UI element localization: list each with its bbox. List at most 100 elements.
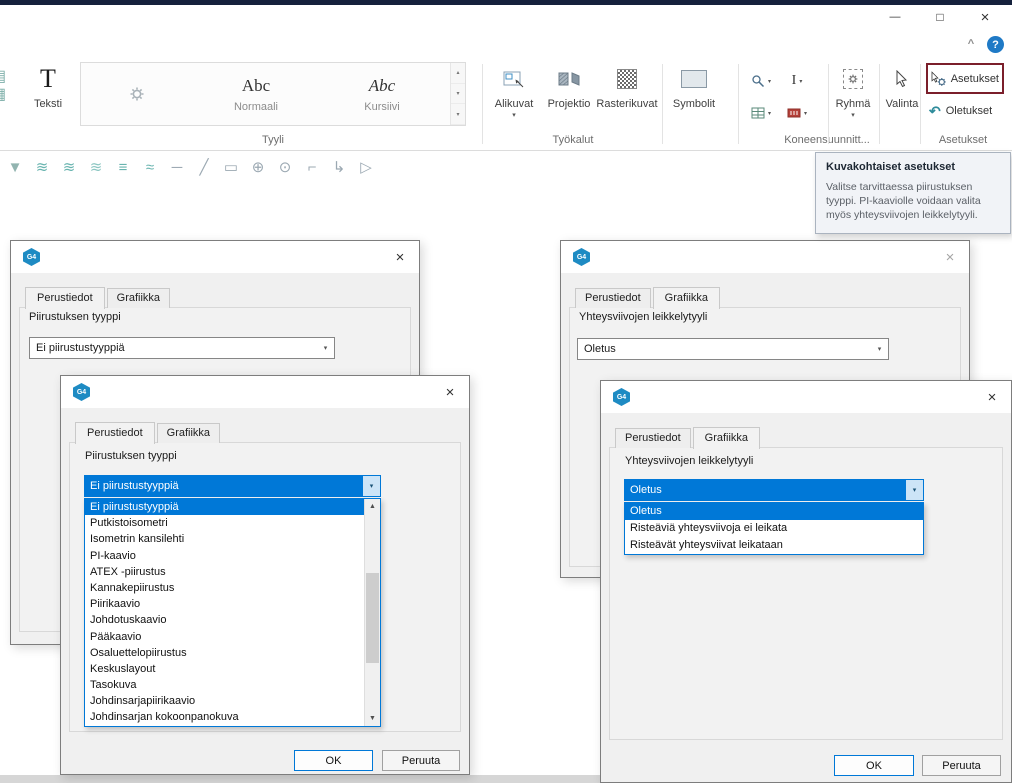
dropdown-option[interactable]: Pääkaavio: [85, 629, 365, 645]
close-icon[interactable]: ×: [935, 249, 965, 266]
field-label: Piirustuksen tyyppi: [29, 311, 121, 323]
dropdown-option[interactable]: Johdotuskaavio: [85, 612, 365, 628]
projektio-button[interactable]: Projektio: [542, 60, 596, 128]
connector-icon: [787, 107, 801, 119]
scroll-down-icon[interactable]: ▼: [365, 711, 380, 726]
tab-grafiikka[interactable]: Grafiikka: [653, 287, 720, 309]
leader-arrow-icon[interactable]: ↳: [330, 158, 348, 176]
connector-tool-button[interactable]: ▾: [780, 100, 814, 126]
dropdown-option[interactable]: Putkistoisometri: [85, 515, 365, 531]
symbolit-label: Symbolit: [673, 98, 715, 110]
filter-icon[interactable]: ▼: [6, 159, 24, 176]
gallery-scroll-up-icon[interactable]: ▴: [451, 63, 465, 84]
flag-icon[interactable]: ▷: [357, 158, 375, 176]
zoom-region-icon[interactable]: ▭: [222, 158, 240, 176]
scroll-up-icon[interactable]: ▲: [365, 499, 380, 514]
teksti-button[interactable]: T Teksti: [24, 60, 72, 128]
tab-perustiedot[interactable]: Perustiedot: [575, 288, 651, 308]
dropdown-option[interactable]: Piirikaavio: [85, 596, 365, 612]
style-normaali-item[interactable]: Abc Normaali: [193, 63, 319, 125]
scroll-thumb[interactable]: [366, 573, 379, 663]
find-edit-button[interactable]: ▾: [744, 68, 778, 94]
cancel-button[interactable]: Peruuta: [382, 750, 460, 771]
alikuvat-button[interactable]: Alikuvat ▾: [488, 60, 540, 128]
style-kursiivi-item[interactable]: Abc Kursiivi: [319, 63, 445, 125]
tab-grafiikka[interactable]: Grafiikka: [157, 423, 220, 443]
connection-style-combobox[interactable]: Oletus ▾: [624, 479, 924, 501]
tab-perustiedot[interactable]: Perustiedot: [25, 287, 105, 309]
dropdown-option[interactable]: Keskuslayout: [85, 661, 365, 677]
grid-tool-button[interactable]: ▾: [744, 100, 778, 126]
ok-button[interactable]: OK: [834, 755, 914, 776]
insert-text-button[interactable]: I ▾: [780, 68, 814, 94]
symbolit-button[interactable]: Symbolit: [666, 60, 722, 128]
dropdown-option[interactable]: Kannakepiirustus: [85, 580, 365, 596]
dropdown-option[interactable]: ATEX -piirustus: [85, 564, 365, 580]
hatch-wave-icon-2[interactable]: ≋: [60, 158, 78, 176]
tab-grafiikka[interactable]: Grafiikka: [693, 427, 760, 449]
dropdown-option[interactable]: Osaluettelopiirustus: [85, 645, 365, 661]
chevron-down-icon: ▾: [804, 110, 807, 117]
style-none-item[interactable]: [81, 63, 193, 125]
tab-perustiedot[interactable]: Perustiedot: [75, 422, 155, 444]
chevron-down-icon[interactable]: ▾: [871, 339, 888, 359]
tab-grafiikka[interactable]: Grafiikka: [107, 288, 170, 308]
dialog-tabs: Perustiedot Grafiikka: [25, 287, 172, 309]
dropdown-option[interactable]: Johdinsarjapiirikaavio: [85, 693, 365, 709]
asetukset-button[interactable]: Asetukset: [926, 63, 1004, 94]
dropdown-option[interactable]: Ei piirustustyyppiä: [85, 499, 365, 515]
close-icon[interactable]: ×: [385, 249, 415, 266]
help-button[interactable]: ?: [987, 36, 1004, 53]
gallery-more-icon[interactable]: ▾: [451, 104, 465, 125]
wave-icon[interactable]: ≈: [141, 159, 159, 176]
angle-icon[interactable]: ⌐: [303, 159, 321, 176]
dialog-connection-style-front: G4 × Perustiedot Grafiikka Yhteysviivoje…: [600, 380, 1012, 783]
hatch-wave-icon-1[interactable]: ≋: [33, 158, 51, 176]
line-icon[interactable]: ─: [168, 159, 186, 176]
center-point-icon[interactable]: ⊙: [276, 158, 294, 176]
close-icon[interactable]: ×: [977, 389, 1007, 406]
chevron-down-icon[interactable]: ▾: [906, 480, 923, 500]
dropdown-option[interactable]: PI-kaavio: [85, 548, 365, 564]
dialog-titlebar[interactable]: G4 ×: [61, 376, 469, 408]
oletukset-button[interactable]: ↶ Oletukset: [926, 100, 1004, 122]
connection-style-dropdown-list: OletusRisteäviä yhteysviivoja ei leikata…: [624, 502, 924, 555]
slant-line-icon[interactable]: ╱: [195, 158, 213, 176]
tab-perustiedot[interactable]: Perustiedot: [615, 428, 691, 448]
zoom-in-icon[interactable]: ⊕: [249, 158, 267, 176]
dropdown-option[interactable]: Risteävät yhteysviivat leikataan: [625, 537, 923, 554]
asetukset-label: Asetukset: [951, 73, 999, 85]
chevron-down-icon[interactable]: ▾: [317, 338, 334, 358]
rasterikuvat-button[interactable]: Rasterikuvat: [596, 60, 658, 128]
dropdown-option[interactable]: Risteäviä yhteysviivoja ei leikata: [625, 520, 923, 537]
dialog-titlebar[interactable]: G4 ×: [11, 241, 419, 273]
drawing-type-combobox[interactable]: Ei piirustustyyppiä ▾: [29, 337, 335, 359]
g4-logo-icon: G4: [573, 248, 590, 266]
collapse-ribbon-button[interactable]: ^: [962, 36, 980, 52]
dropdown-option[interactable]: Oletus: [625, 503, 923, 520]
dropdown-option[interactable]: Tasokuva: [85, 677, 365, 693]
connection-style-combobox[interactable]: Oletus ▾: [577, 338, 889, 360]
cancel-button[interactable]: Peruuta: [922, 755, 1001, 776]
dialog-titlebar[interactable]: G4 ×: [561, 241, 969, 273]
dropdown-scrollbar[interactable]: ▲ ▼: [364, 499, 380, 726]
minimize-button[interactable]: —: [878, 6, 912, 28]
close-icon[interactable]: ×: [435, 384, 465, 401]
dropdown-option[interactable]: Johdinsarjan kokoonpanokuva: [85, 709, 365, 725]
window-top-strip: [0, 0, 1012, 5]
group-separator: [828, 64, 829, 144]
ryhma-button[interactable]: Ryhmä ▾: [832, 60, 874, 128]
dropdown-option[interactable]: Isometrin kansilehti: [85, 531, 365, 547]
valinta-button[interactable]: Valinta: [884, 60, 920, 128]
dialog-titlebar[interactable]: G4 ×: [601, 381, 1011, 413]
chevron-down-icon: ▾: [768, 78, 771, 85]
dialog-drawing-type-front: G4 × Perustiedot Grafiikka Piirustuksen …: [60, 375, 470, 775]
chevron-down-icon[interactable]: ▾: [363, 476, 380, 496]
maximize-button[interactable]: □: [923, 6, 957, 28]
hatch-lines-icon[interactable]: ≡: [114, 159, 132, 176]
window-close-button[interactable]: ×: [968, 6, 1002, 28]
gallery-scroll-down-icon[interactable]: ▾: [451, 84, 465, 105]
ok-button[interactable]: OK: [294, 750, 373, 771]
drawing-type-combobox[interactable]: Ei piirustustyyppiä ▾: [84, 475, 381, 497]
hatch-wave-icon-3[interactable]: ≋: [87, 158, 105, 176]
